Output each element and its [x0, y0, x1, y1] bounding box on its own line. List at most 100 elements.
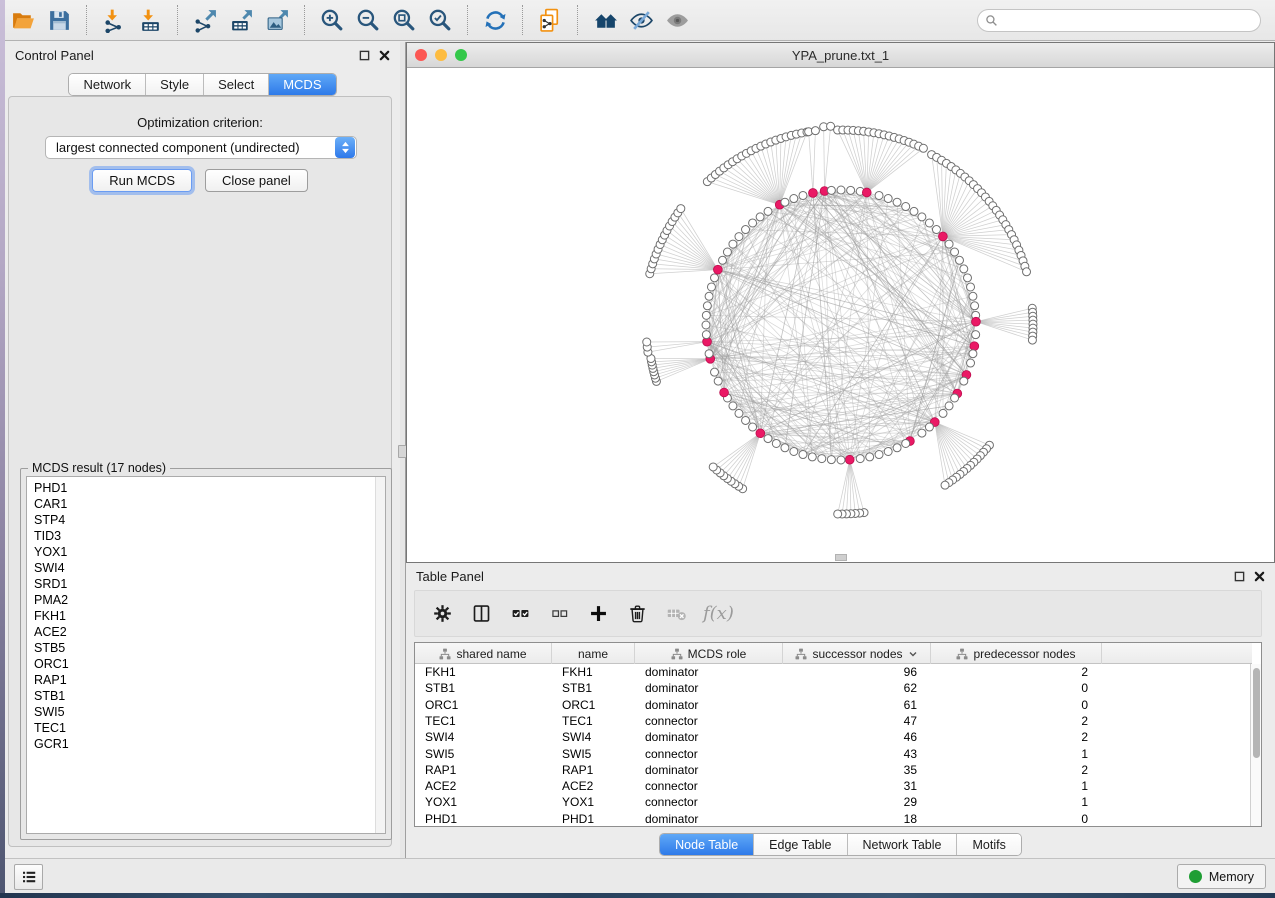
network-node[interactable]: [702, 321, 710, 329]
network-node[interactable]: [939, 409, 947, 417]
network-node[interactable]: [925, 219, 933, 227]
mcds-result-item[interactable]: PHD1: [27, 480, 374, 496]
network-node[interactable]: [818, 455, 826, 463]
hide-selected-icon[interactable]: [623, 3, 659, 37]
network-node[interactable]: [884, 447, 892, 455]
save-session-icon[interactable]: [41, 3, 77, 37]
network-node[interactable]: [910, 207, 918, 215]
float-table-panel-icon[interactable]: [1234, 571, 1245, 582]
network-node[interactable]: [963, 274, 971, 282]
network-node[interactable]: [837, 186, 845, 194]
network-node[interactable]: [945, 402, 953, 410]
show-all-icon[interactable]: [659, 3, 695, 37]
network-node-leaf[interactable]: [941, 481, 949, 489]
tab-node-table[interactable]: Node Table: [660, 834, 753, 855]
search-input[interactable]: [977, 9, 1261, 32]
mcds-result-item[interactable]: GCR1: [27, 736, 374, 752]
table-row[interactable]: SWI5SWI5connector431: [415, 746, 1252, 762]
network-node[interactable]: [951, 394, 959, 402]
import-network-icon[interactable]: [96, 3, 132, 37]
network-node[interactable]: [719, 256, 727, 264]
network-node[interactable]: [781, 444, 789, 452]
network-node-mcds[interactable]: [756, 429, 765, 438]
mcds-result-item[interactable]: PMA2: [27, 592, 374, 608]
network-node-leaf[interactable]: [709, 463, 717, 471]
table-row[interactable]: TEC1TEC1connector472: [415, 713, 1252, 729]
network-node[interactable]: [972, 331, 980, 339]
network-node-mcds[interactable]: [938, 232, 947, 241]
network-node[interactable]: [967, 283, 975, 291]
network-node-leaf[interactable]: [811, 127, 819, 135]
tab-select[interactable]: Select: [203, 74, 268, 95]
zoom-fit-icon[interactable]: [386, 3, 422, 37]
network-node[interactable]: [808, 453, 816, 461]
tab-network[interactable]: Network: [69, 74, 145, 95]
network-node[interactable]: [884, 195, 892, 203]
table-row[interactable]: STB1STB1dominator620: [415, 680, 1252, 696]
network-node[interactable]: [781, 198, 789, 206]
tab-style[interactable]: Style: [145, 74, 203, 95]
column-header-predecessor-nodes[interactable]: predecessor nodes: [931, 643, 1102, 664]
network-node-leaf[interactable]: [643, 338, 651, 346]
table-row[interactable]: FKH1FKH1dominator962: [415, 664, 1252, 680]
network-node-leaf[interactable]: [1023, 268, 1031, 276]
network-node[interactable]: [902, 203, 910, 211]
close-panel-icon[interactable]: [379, 50, 390, 61]
network-node[interactable]: [714, 377, 722, 385]
zoom-out-icon[interactable]: [350, 3, 386, 37]
network-node-mcds[interactable]: [970, 342, 979, 351]
network-node[interactable]: [707, 283, 715, 291]
network-node[interactable]: [969, 350, 977, 358]
export-table-icon[interactable]: [223, 3, 259, 37]
network-node[interactable]: [729, 240, 737, 248]
mcds-result-item[interactable]: ACE2: [27, 624, 374, 640]
table-row[interactable]: PHD1PHD1dominator180: [415, 811, 1252, 827]
import-table-icon[interactable]: [132, 3, 168, 37]
network-node[interactable]: [918, 429, 926, 437]
network-node[interactable]: [742, 416, 750, 424]
network-node[interactable]: [875, 451, 883, 459]
zoom-in-icon[interactable]: [314, 3, 350, 37]
open-file-icon[interactable]: [5, 3, 41, 37]
horizontal-splitter-grip[interactable]: [835, 554, 847, 561]
select-all-columns-icon[interactable]: [508, 602, 532, 626]
network-node[interactable]: [711, 274, 719, 282]
network-node[interactable]: [703, 302, 711, 310]
network-node[interactable]: [932, 226, 940, 234]
network-node[interactable]: [764, 207, 772, 215]
mcds-result-item[interactable]: SRD1: [27, 576, 374, 592]
network-node-mcds[interactable]: [862, 188, 871, 197]
network-node-mcds[interactable]: [972, 317, 981, 326]
export-network-icon[interactable]: [187, 3, 223, 37]
tab-motifs[interactable]: Motifs: [956, 834, 1020, 855]
network-node[interactable]: [799, 191, 807, 199]
network-node[interactable]: [902, 439, 910, 447]
network-node[interactable]: [918, 213, 926, 221]
network-node[interactable]: [945, 240, 953, 248]
network-node[interactable]: [735, 409, 743, 417]
table-row[interactable]: ORC1ORC1dominator610: [415, 697, 1252, 713]
column-header-shared-name[interactable]: shared name: [415, 643, 552, 664]
mcds-result-item[interactable]: STB1: [27, 688, 374, 704]
network-node[interactable]: [705, 292, 713, 300]
float-panel-icon[interactable]: [359, 50, 370, 61]
network-node[interactable]: [856, 455, 864, 463]
network-node[interactable]: [702, 331, 710, 339]
mcds-result-item[interactable]: STB5: [27, 640, 374, 656]
network-node[interactable]: [742, 226, 750, 234]
clone-network-icon[interactable]: [532, 3, 568, 37]
table-row[interactable]: YOX1YOX1connector291: [415, 794, 1252, 810]
column-header-MCDS-role[interactable]: MCDS role: [635, 643, 783, 664]
delete-column-icon[interactable]: [625, 602, 649, 626]
network-node[interactable]: [729, 402, 737, 410]
mcds-result-item[interactable]: ORC1: [27, 656, 374, 672]
network-node[interactable]: [827, 186, 835, 194]
network-node[interactable]: [866, 453, 874, 461]
network-node-leaf[interactable]: [919, 144, 927, 152]
column-settings-icon[interactable]: [430, 602, 454, 626]
network-node[interactable]: [756, 213, 764, 221]
optimization-criterion-dropdown[interactable]: largest connected component (undirected): [45, 136, 357, 159]
mcds-list-scrollbar[interactable]: [375, 477, 385, 833]
network-node[interactable]: [875, 191, 883, 199]
network-node[interactable]: [955, 256, 963, 264]
